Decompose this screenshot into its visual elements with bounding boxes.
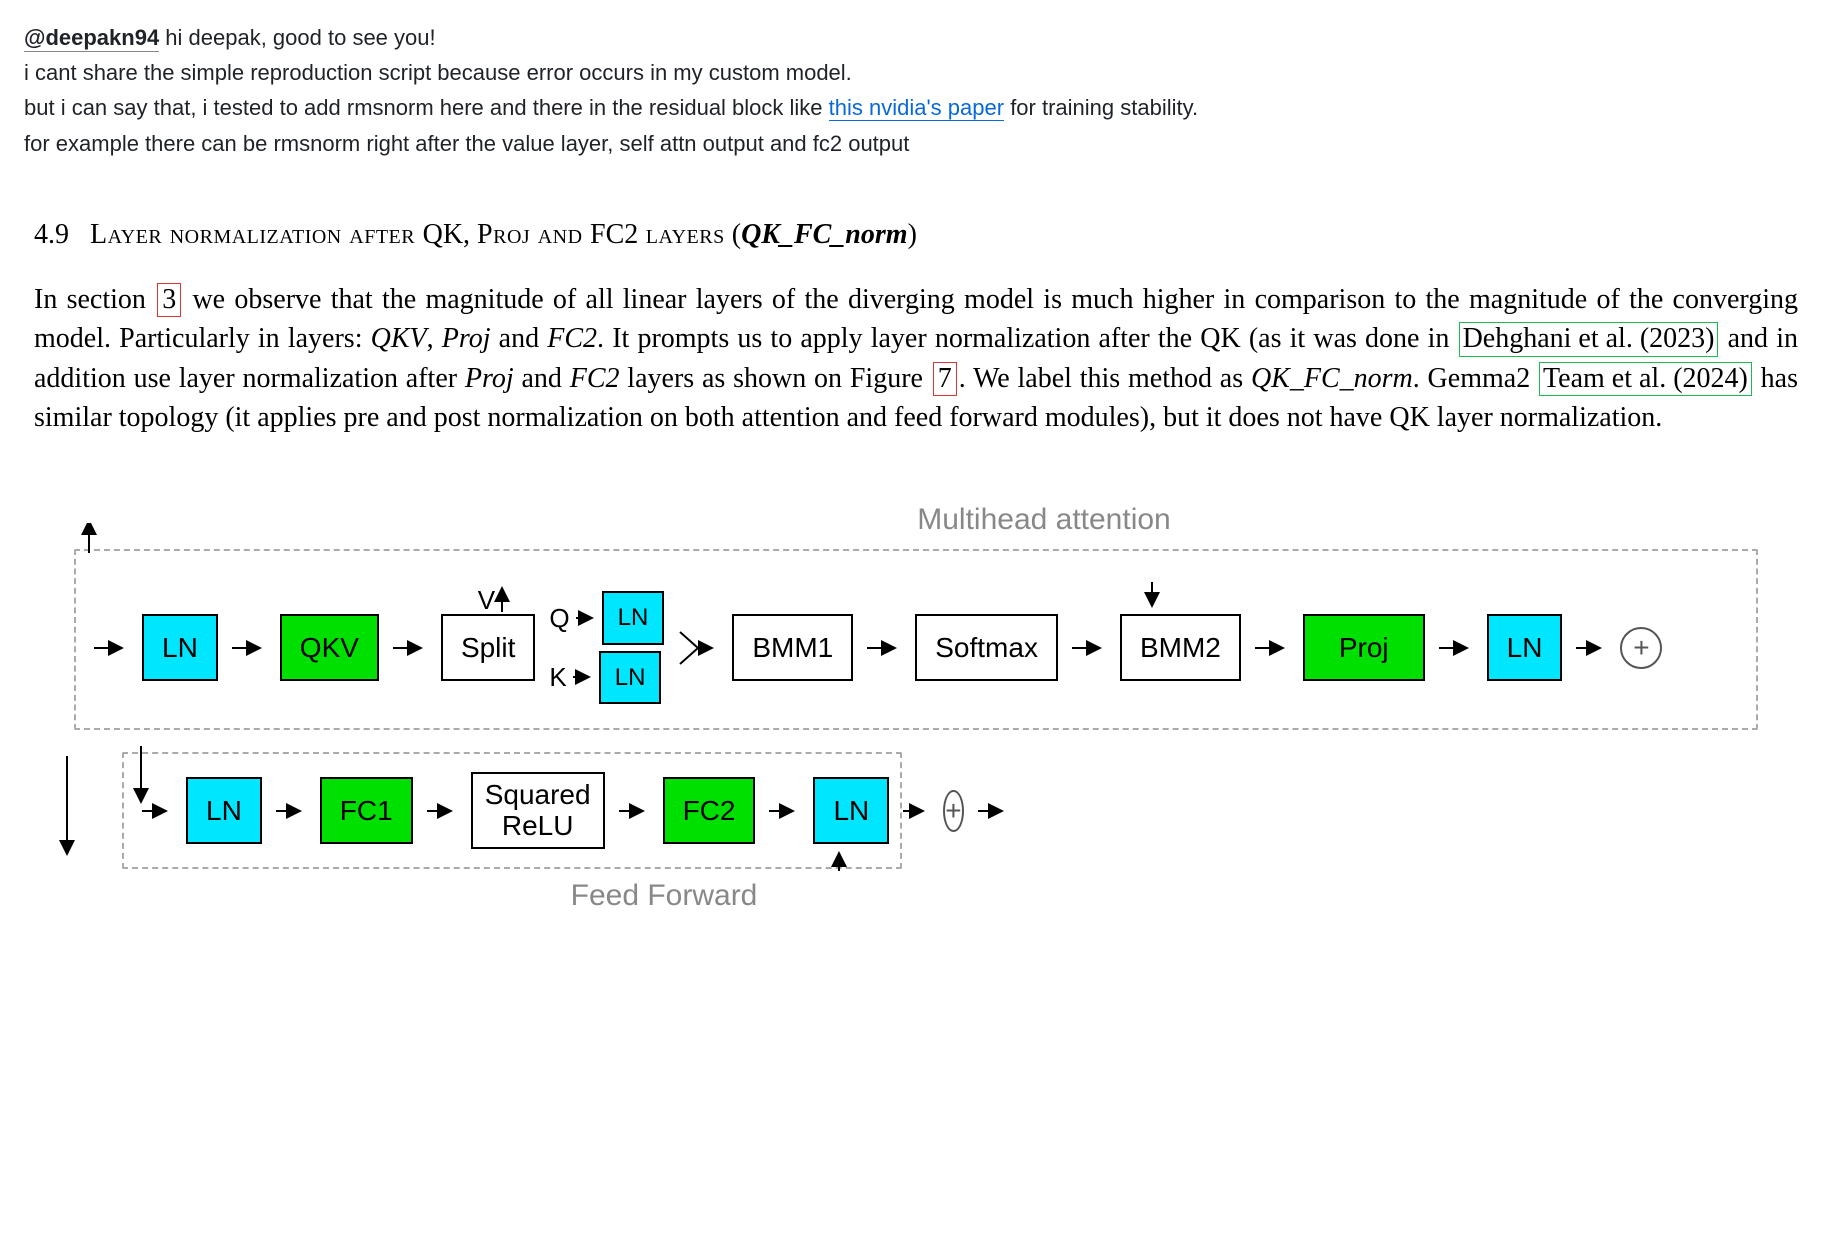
qkv-block: QKV — [280, 614, 379, 681]
paper-text: layers as shown on Figure — [620, 363, 931, 394]
split-block: Split — [441, 614, 535, 681]
comment-line-2: i cant share the simple reproduction scr… — [24, 55, 1808, 90]
heading-text: QK, — [423, 219, 477, 250]
paper-italic: Proj — [465, 363, 514, 394]
user-mention[interactable]: @deepakn94 — [24, 25, 159, 52]
softmax-block: Softmax — [915, 614, 1058, 681]
ln-after-fc2-block: LN — [813, 777, 889, 844]
v-down-arrow-icon — [1132, 580, 1172, 610]
arrow-icon — [903, 801, 929, 821]
paper-excerpt: 4.9 Layer normalization after QK, Proj a… — [24, 213, 1808, 920]
paper-italic: FC2 — [570, 363, 620, 394]
heading-term: QK_FC_norm — [741, 219, 908, 250]
squared-relu-block: Squared ReLU — [471, 772, 605, 850]
paper-text: , — [427, 323, 442, 354]
residual-add-icon: + — [1620, 627, 1662, 669]
residual-up-arrow-icon — [80, 523, 98, 557]
comment-line-3: but i can say that, i tested to add rmsn… — [24, 90, 1808, 125]
split-block-stack: V Split — [441, 614, 535, 681]
arrow-icon — [1072, 638, 1106, 658]
v-label: V — [478, 580, 495, 620]
feed-forward-group: LN FC1 Squared ReLU FC2 LN + — [122, 752, 902, 870]
paper-text: In section — [34, 284, 155, 315]
paper-italic: QKV — [371, 323, 427, 354]
block-text: Squared — [485, 780, 591, 811]
citation-dehghani[interactable]: Dehghani et al. (2023) — [1459, 322, 1719, 356]
arrow-icon — [619, 801, 649, 821]
residual-add-ff-icon: + — [943, 790, 963, 832]
fc1-block: FC1 — [320, 777, 413, 844]
proj-block: Proj — [1303, 614, 1425, 681]
comment-line-1: @deepakn94 hi deepak, good to see you! — [24, 20, 1808, 55]
v-up-arrow-icon — [494, 584, 510, 614]
heading-text: Proj — [477, 219, 530, 250]
section-ref-3[interactable]: 3 — [157, 283, 181, 317]
multihead-attention-label: Multihead attention — [894, 497, 1194, 544]
comment-line-4: for example there can be rmsnorm right a… — [24, 126, 1808, 161]
qk-ln-column: Q LN K LN — [549, 591, 664, 703]
section-number: 4.9 — [34, 219, 69, 250]
comment-text: but i can say that, i tested to add rmsn… — [24, 95, 829, 120]
bmm2-block: BMM2 — [1120, 614, 1241, 681]
arrow-icon — [1576, 638, 1606, 658]
heading-text: and — [530, 219, 590, 250]
arrow-icon — [276, 801, 306, 821]
merge-arrow-icon — [678, 620, 718, 676]
feed-forward-row: LN FC1 Squared ReLU FC2 LN + — [74, 752, 1758, 870]
attention-group: LN QKV V Split Q LN K LN — [74, 549, 1758, 729]
arrow-icon — [978, 801, 1008, 821]
figure-ref-7[interactable]: 7 — [933, 362, 957, 396]
block-text: ReLU — [485, 811, 591, 842]
paper-text: . Gemma2 — [1413, 363, 1538, 394]
comment-text: hi deepak, good to see you! — [159, 25, 435, 50]
paper-paragraph: In section 3 we observe that the magnitu… — [34, 280, 1798, 437]
arrow-icon — [232, 638, 266, 658]
q-label: Q — [549, 598, 569, 638]
ln-q-block: LN — [602, 591, 665, 644]
paper-text: and — [514, 363, 570, 394]
nvidia-paper-link[interactable]: this nvidia's paper — [829, 95, 1004, 121]
heading-text: layers — [638, 219, 724, 250]
fc2-block: FC2 — [663, 777, 756, 844]
bmm1-block: BMM1 — [732, 614, 853, 681]
arrow-icon — [1255, 638, 1289, 658]
citation-team[interactable]: Team et al. (2024) — [1539, 362, 1752, 396]
paper-section-heading: 4.9 Layer normalization after QK, Proj a… — [34, 213, 1798, 256]
heading-text: FC2 — [590, 219, 638, 250]
paper-italic: QK_FC_norm — [1251, 363, 1413, 394]
paper-italic: Proj — [442, 323, 491, 354]
heading-text: ) — [908, 219, 917, 250]
paper-italic: FC2 — [547, 323, 597, 354]
arrow-icon — [1439, 638, 1473, 658]
ln-block: LN — [142, 614, 218, 681]
paper-text: . It prompts us to apply layer normaliza… — [597, 323, 1458, 354]
arrow-icon — [427, 801, 457, 821]
ff-residual-up-arrow-icon — [830, 849, 848, 873]
comment-text: for training stability. — [1004, 95, 1198, 120]
arrow-icon — [769, 801, 799, 821]
ff-down-arrow-icon — [54, 754, 80, 864]
feed-forward-label: Feed Forward — [564, 873, 764, 920]
ff-residual-down-arrow-icon — [132, 744, 150, 808]
paper-text: . We label this method as — [959, 363, 1251, 394]
heading-text: Layer normalization after — [90, 219, 423, 250]
arrow-icon — [867, 638, 901, 658]
k-label: K — [549, 657, 566, 697]
ln-ff-block: LN — [186, 777, 262, 844]
heading-text: ( — [725, 219, 741, 250]
arrow-icon — [573, 669, 593, 685]
ln-after-proj-block: LN — [1487, 614, 1563, 681]
arrow-icon — [393, 638, 427, 658]
arrow-icon — [94, 638, 128, 658]
ln-k-block: LN — [599, 651, 662, 704]
paper-text: and — [491, 323, 548, 354]
arrow-icon — [576, 610, 596, 626]
architecture-diagram: Multihead attention LN QKV V Split Q — [34, 497, 1798, 920]
comment-body: @deepakn94 hi deepak, good to see you! i… — [24, 20, 1808, 161]
